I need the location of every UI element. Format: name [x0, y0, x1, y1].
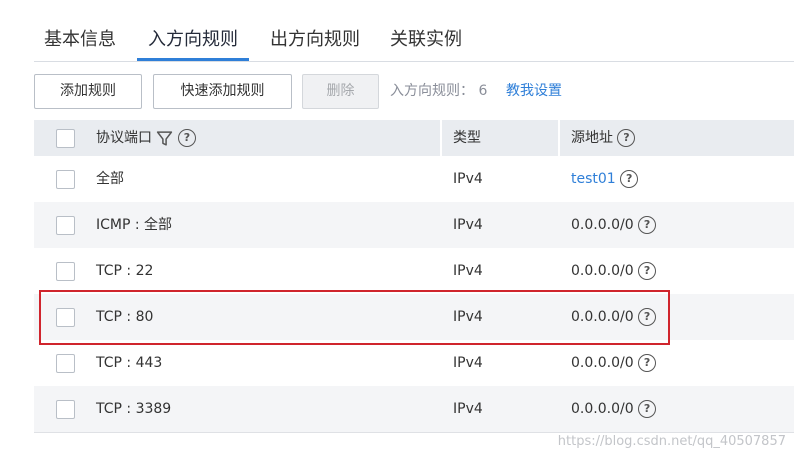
- help-icon[interactable]: ?: [177, 129, 196, 147]
- source-cell: 0.0.0.0/0 ?: [571, 340, 657, 386]
- help-icon[interactable]: ?: [620, 170, 639, 188]
- source-value: 0.0.0.0/0: [571, 263, 634, 279]
- help-setup-link[interactable]: 教我设置: [506, 74, 562, 109]
- protocol-port-cell: TCP : 3389: [96, 401, 172, 417]
- row-checkbox[interactable]: [56, 216, 75, 235]
- header-type: 类型: [453, 130, 481, 146]
- source-cell: 0.0.0.0/0 ?: [571, 248, 657, 294]
- active-tab-indicator: [137, 58, 249, 61]
- row-checkbox[interactable]: [56, 262, 75, 281]
- help-icon[interactable]: ?: [617, 129, 636, 147]
- row-checkbox[interactable]: [56, 400, 75, 419]
- table-header: 协议端口 ? 类型 源地址 ?: [34, 120, 794, 156]
- type-cell: IPv4: [453, 263, 483, 279]
- source-group-link[interactable]: test01: [571, 171, 616, 187]
- table-bottom-border: [34, 432, 794, 433]
- source-value: 0.0.0.0/0: [571, 355, 634, 371]
- source-cell: 0.0.0.0/0 ?: [571, 294, 657, 340]
- table-row: 全部 IPv4 test01 ?: [34, 156, 794, 202]
- header-protocol-port: 协议端口 ?: [96, 120, 196, 156]
- type-cell: IPv4: [453, 217, 483, 233]
- header-source-label: 源地址: [571, 130, 613, 146]
- type-cell: IPv4: [453, 355, 483, 371]
- protocol-port-cell: 全部: [96, 171, 124, 187]
- help-icon[interactable]: ?: [638, 354, 657, 372]
- add-rule-button[interactable]: 添加规则: [34, 74, 142, 109]
- source-value: 0.0.0.0/0: [571, 309, 634, 325]
- help-icon[interactable]: ?: [638, 262, 657, 280]
- table-row: TCP : 22 IPv4 0.0.0.0/0 ?: [34, 248, 794, 294]
- source-cell: test01 ?: [571, 156, 639, 202]
- tab-basic-info[interactable]: 基本信息: [44, 28, 116, 52]
- row-checkbox[interactable]: [56, 354, 75, 373]
- select-all-checkbox[interactable]: [56, 129, 75, 148]
- help-icon[interactable]: ?: [638, 308, 657, 326]
- row-checkbox[interactable]: [56, 170, 75, 189]
- source-value: 0.0.0.0/0: [571, 217, 634, 233]
- filter-icon[interactable]: [156, 130, 173, 147]
- inbound-rule-count: 入方向规则： 6: [390, 83, 488, 99]
- table-row: ICMP : 全部 IPv4 0.0.0.0/0 ?: [34, 202, 794, 248]
- table-row: TCP : 80 IPv4 0.0.0.0/0 ?: [34, 294, 794, 340]
- type-cell: IPv4: [453, 309, 483, 325]
- watermark: https://blog.csdn.net/qq_40507857: [557, 434, 786, 449]
- protocol-port-cell: TCP : 80: [96, 309, 154, 325]
- rules-table: 协议端口 ? 类型 源地址 ? 全部 IPv4 test01 ? ICMP : …: [34, 120, 794, 433]
- help-icon[interactable]: ?: [638, 216, 657, 234]
- table-row: TCP : 3389 IPv4 0.0.0.0/0 ?: [34, 386, 794, 432]
- delete-button[interactable]: 删除: [302, 74, 379, 109]
- toolbar: 添加规则 快速添加规则 删除 入方向规则： 6 教我设置: [34, 74, 794, 110]
- protocol-port-cell: ICMP : 全部: [96, 217, 173, 233]
- header-protocol-port-label: 协议端口: [96, 130, 152, 146]
- tab-inbound-rules[interactable]: 入方向规则: [148, 28, 238, 52]
- source-cell: 0.0.0.0/0 ?: [571, 386, 657, 432]
- tab-bar: 基本信息 入方向规则 出方向规则 关联实例: [34, 0, 794, 62]
- type-cell: IPv4: [453, 171, 483, 187]
- help-icon[interactable]: ?: [638, 400, 657, 418]
- source-value: 0.0.0.0/0: [571, 401, 634, 417]
- protocol-port-cell: TCP : 443: [96, 355, 163, 371]
- column-divider: [558, 120, 560, 156]
- column-divider: [440, 120, 442, 156]
- row-checkbox[interactable]: [56, 308, 75, 327]
- type-cell: IPv4: [453, 401, 483, 417]
- table-row: TCP : 443 IPv4 0.0.0.0/0 ?: [34, 340, 794, 386]
- quick-add-rule-button[interactable]: 快速添加规则: [153, 74, 292, 109]
- tab-associated-instances[interactable]: 关联实例: [390, 28, 462, 52]
- source-cell: 0.0.0.0/0 ?: [571, 202, 657, 248]
- tab-outbound-rules[interactable]: 出方向规则: [270, 28, 360, 52]
- protocol-port-cell: TCP : 22: [96, 263, 154, 279]
- header-source: 源地址 ?: [571, 120, 636, 156]
